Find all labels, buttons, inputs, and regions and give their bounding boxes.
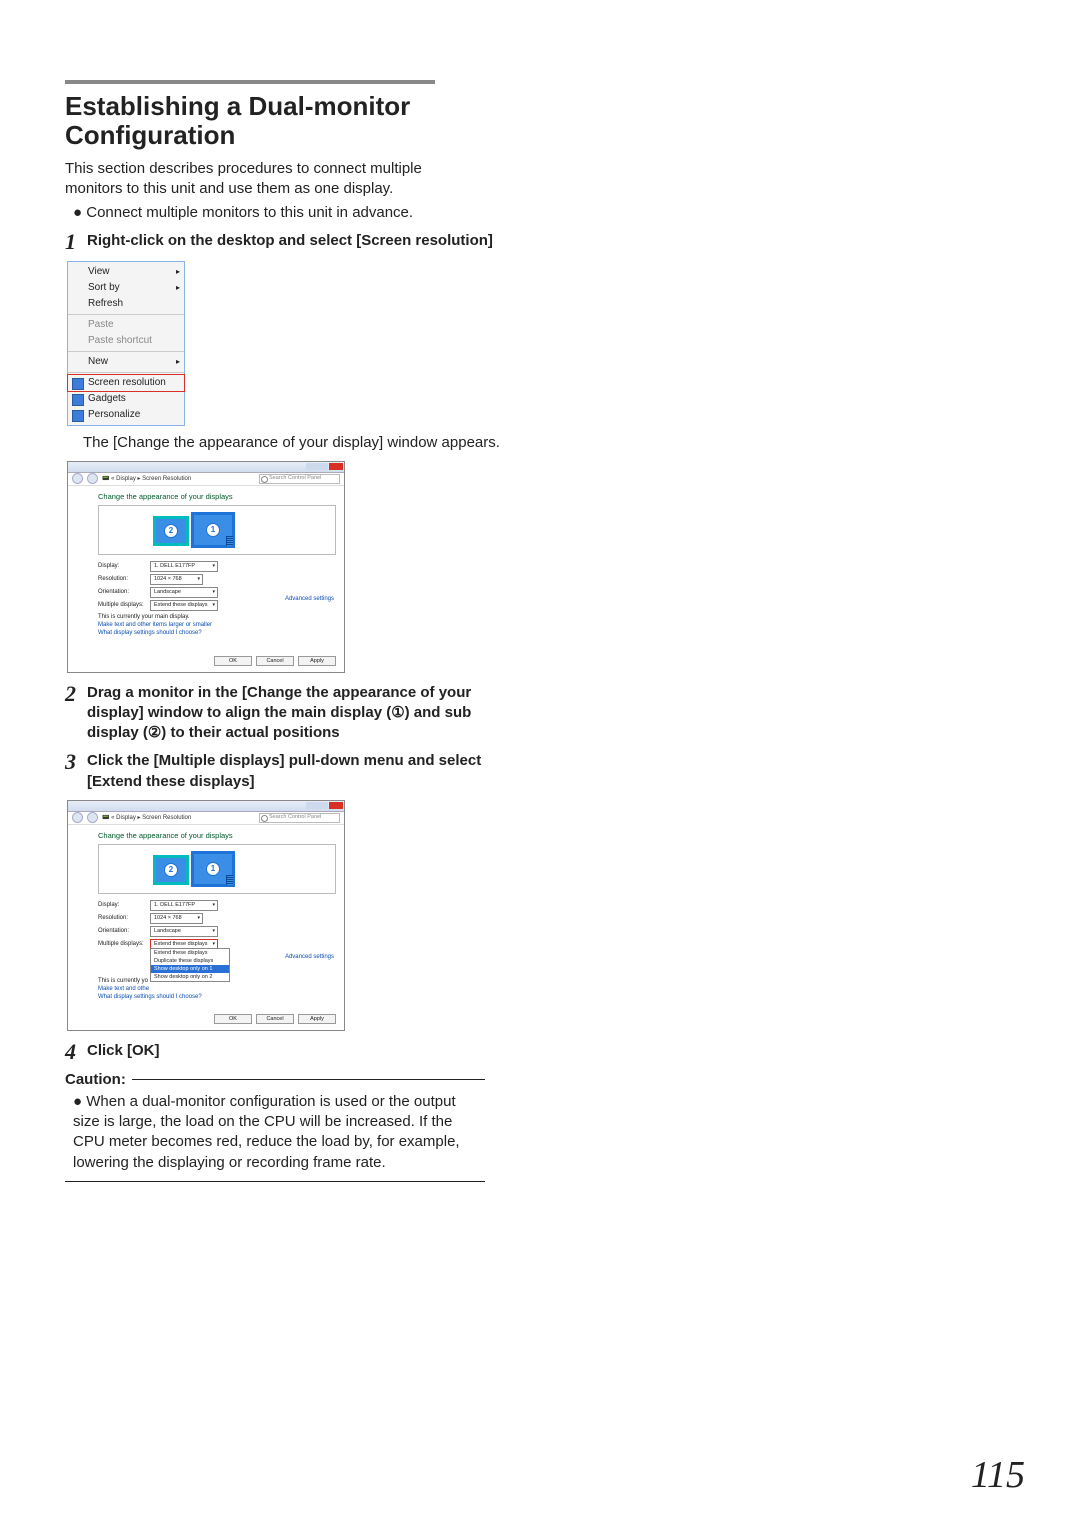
search-input[interactable]: Search Control Panel <box>259 813 340 823</box>
caution-label: Caution: <box>65 1071 126 1088</box>
ctx-paste: Paste <box>68 317 184 333</box>
caution-body: When a dual-monitor configuration is use… <box>73 1093 460 1171</box>
monitor-1[interactable]: 1 <box>191 512 235 548</box>
caution-text: ● When a dual-monitor configuration is u… <box>73 1092 483 1173</box>
breadcrumb[interactable]: 📟 « Display ▸ Screen Resolution <box>102 475 191 482</box>
step-2: 2 Drag a monitor in the [Change the appe… <box>65 683 495 744</box>
context-menu: View Sort by Refresh Paste Paste shortcu… <box>67 261 185 426</box>
pre-bullet: ● Connect multiple monitors to this unit… <box>73 204 473 221</box>
lbl-display: Display: <box>98 902 150 908</box>
monitor-area[interactable]: 2 1 <box>98 505 336 555</box>
step-3-text: Click the [Multiple displays] pull-down … <box>87 751 495 792</box>
intro-text: This section describes procedures to con… <box>65 159 465 200</box>
close-icon[interactable] <box>329 802 343 809</box>
ctx-paste-shortcut: Paste shortcut <box>68 333 184 349</box>
dlg-heading: Change the appearance of your displays <box>98 492 336 501</box>
link-advanced[interactable]: Advanced settings <box>285 596 334 602</box>
step-3-num: 3 <box>65 751 87 792</box>
apply-button[interactable]: Apply <box>298 1014 336 1024</box>
display-dialog-1: 📟 « Display ▸ Screen Resolution Search C… <box>67 461 345 673</box>
step-1: 1 Right-click on the desktop and select … <box>65 231 495 253</box>
monitor-area[interactable]: 2 1 <box>98 844 336 894</box>
opt-only2[interactable]: Show desktop only on 2 <box>151 973 229 981</box>
link-what[interactable]: What display settings should I choose? <box>98 994 336 1000</box>
step-4-text: Click [OK] <box>87 1041 495 1063</box>
step-4: 4 Click [OK] <box>65 1041 495 1063</box>
lbl-resolution: Resolution: <box>98 915 150 921</box>
step-2-num: 2 <box>65 683 87 744</box>
page-title: Establishing a Dual-monitor Configuratio… <box>65 92 485 149</box>
ctx-new[interactable]: New <box>68 354 184 370</box>
ctx-view[interactable]: View <box>68 264 184 280</box>
lbl-display: Display: <box>98 563 150 569</box>
ctx-sortby[interactable]: Sort by <box>68 280 184 296</box>
step-4-num: 4 <box>65 1041 87 1063</box>
resolution-combo[interactable]: 1024 × 768 <box>150 913 203 924</box>
link-larger[interactable]: Make text and other items larger or smal… <box>98 622 336 628</box>
dlg1-nav: 📟 « Display ▸ Screen Resolution Search C… <box>68 473 344 486</box>
monitor-2[interactable]: 2 <box>153 516 189 546</box>
search-input[interactable]: Search Control Panel <box>259 474 340 484</box>
monitor-2[interactable]: 2 <box>153 855 189 885</box>
opt-duplicate[interactable]: Duplicate these displays <box>151 957 229 965</box>
ctx-gadgets[interactable]: Gadgets <box>68 391 184 407</box>
orientation-combo[interactable]: Landscape <box>150 926 218 937</box>
minmax-icon[interactable] <box>306 463 328 470</box>
link-what[interactable]: What display settings should I choose? <box>98 630 336 636</box>
lbl-multiple: Multiple displays: <box>98 941 150 947</box>
dlg1-titlebar <box>68 462 344 473</box>
ok-button[interactable]: OK <box>214 656 252 666</box>
opt-extend[interactable]: Extend these displays <box>151 949 229 957</box>
dlg-heading: Change the appearance of your displays <box>98 831 336 840</box>
step-1-text: Right-click on the desktop and select [S… <box>87 231 495 253</box>
monitor-1[interactable]: 1 <box>191 851 235 887</box>
breadcrumb[interactable]: 📟 « Display ▸ Screen Resolution <box>102 814 191 821</box>
forward-icon[interactable] <box>87 812 98 823</box>
main-display-note: This is currently your main display. <box>98 614 336 620</box>
cancel-button[interactable]: Cancel <box>256 1014 294 1024</box>
minmax-icon[interactable] <box>306 802 328 809</box>
apply-button[interactable]: Apply <box>298 656 336 666</box>
ctx-personalize[interactable]: Personalize <box>68 407 184 423</box>
step-1-num: 1 <box>65 231 87 253</box>
caution-header: Caution: <box>65 1071 485 1088</box>
multiple-dropdown[interactable]: Extend these displays Duplicate these di… <box>150 948 230 982</box>
ctx-screen-resolution[interactable]: Screen resolution <box>67 374 185 392</box>
step-2-text: Drag a monitor in the [Change the appear… <box>87 683 495 744</box>
orientation-combo[interactable]: Landscape <box>150 587 218 598</box>
dlg2-nav: 📟 « Display ▸ Screen Resolution Search C… <box>68 812 344 825</box>
back-icon[interactable] <box>72 473 83 484</box>
dlg2-titlebar <box>68 801 344 812</box>
lbl-orientation: Orientation: <box>98 928 150 934</box>
ok-button[interactable]: OK <box>214 1014 252 1024</box>
cancel-button[interactable]: Cancel <box>256 656 294 666</box>
page-number: 115 <box>971 1453 1025 1497</box>
display-combo[interactable]: 1. DELL E177FP <box>150 561 218 572</box>
section-rule <box>65 80 435 84</box>
pre-bullet-text: Connect multiple monitors to this unit i… <box>86 204 413 221</box>
resolution-combo[interactable]: 1024 × 768 <box>150 574 203 585</box>
link-larger[interactable]: Make text and othe <box>98 986 336 992</box>
forward-icon[interactable] <box>87 473 98 484</box>
close-icon[interactable] <box>329 463 343 470</box>
opt-only1[interactable]: Show desktop only on 1 <box>151 965 229 973</box>
display-combo[interactable]: 1. DELL E177FP <box>150 900 218 911</box>
caution-bottom-rule <box>65 1181 485 1182</box>
multiple-combo[interactable]: Extend these displays <box>150 600 218 611</box>
lbl-multiple: Multiple displays: <box>98 602 150 608</box>
link-advanced[interactable]: Advanced settings <box>285 954 334 960</box>
ctx-refresh[interactable]: Refresh <box>68 296 184 312</box>
lbl-orientation: Orientation: <box>98 589 150 595</box>
step-3: 3 Click the [Multiple displays] pull-dow… <box>65 751 495 792</box>
post-ctx-caption: The [Change the appearance of your displ… <box>83 434 563 451</box>
display-dialog-2: 📟 « Display ▸ Screen Resolution Search C… <box>67 800 345 1031</box>
back-icon[interactable] <box>72 812 83 823</box>
lbl-resolution: Resolution: <box>98 576 150 582</box>
